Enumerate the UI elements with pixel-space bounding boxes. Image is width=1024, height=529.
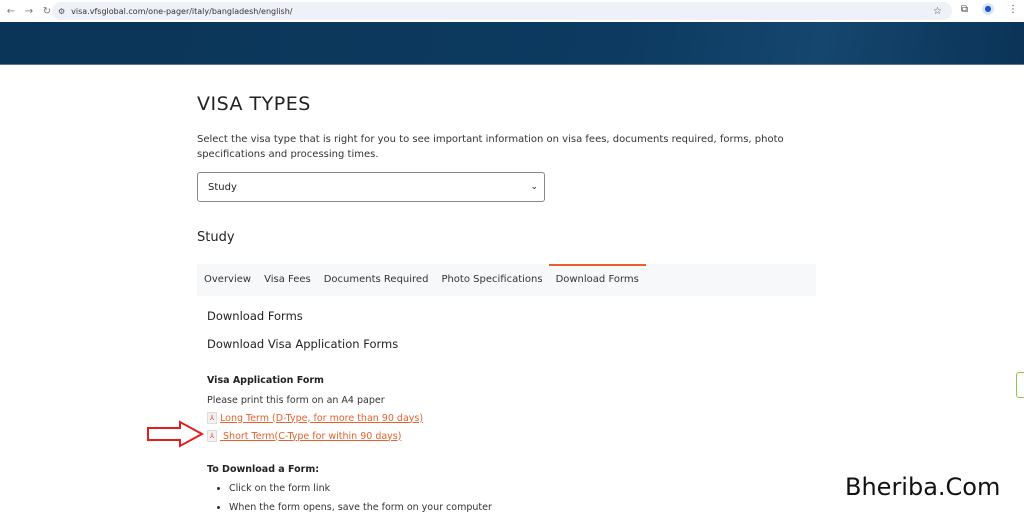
list-item: When the form opens, save the form on yo…: [229, 502, 817, 513]
pdf-icon: ⅄: [207, 430, 217, 442]
main-content: VISA TYPES Select the visa type that is …: [197, 64, 817, 513]
form-title: Visa Application Form: [207, 375, 324, 386]
browser-toolbar: ← → ↻ ⚙ visa.vfsglobal.com/one-pager/ita…: [0, 0, 1024, 22]
heading-download-forms: Download Forms: [207, 309, 303, 323]
tab-visa-fees[interactable]: Visa Fees: [264, 264, 311, 296]
heading-application-forms: Download Visa Application Forms: [207, 337, 399, 351]
visa-type-select[interactable]: Study ⌄: [197, 172, 545, 202]
list-item: Click on the form link: [229, 483, 817, 494]
site-settings-icon[interactable]: ⚙: [58, 7, 65, 16]
watermark-text: Bheriba.Com: [845, 473, 1001, 501]
form-note: Please print this form on an A4 paper: [207, 395, 385, 406]
tab-overview[interactable]: Overview: [204, 264, 251, 296]
page-title: VISA TYPES: [197, 93, 311, 115]
address-bar[interactable]: ⚙ visa.vfsglobal.com/one-pager/italy/ban…: [52, 2, 952, 20]
back-icon[interactable]: ←: [4, 6, 18, 17]
menu-icon[interactable]: ⋮: [1008, 4, 1018, 15]
short-term-form-link[interactable]: Short Term(C-Type for within 90 days): [220, 431, 401, 442]
forward-icon[interactable]: →: [22, 6, 36, 17]
profile-avatar[interactable]: ●: [982, 3, 994, 15]
select-value: Study: [208, 181, 237, 193]
section-title: Study: [197, 230, 235, 245]
long-term-form-link[interactable]: Long Term (D-Type, for more than 90 days…: [220, 413, 423, 424]
instructions-list: Click on the form link When the form ope…: [229, 483, 817, 513]
side-widget[interactable]: [1016, 372, 1024, 398]
tab-download-forms[interactable]: Download Forms: [548, 264, 647, 296]
long-term-form-link-row: ⅄ Long Term (D-Type, for more than 90 da…: [207, 412, 817, 424]
tab-photo-specifications[interactable]: Photo Specifications: [441, 264, 542, 296]
pdf-icon: ⅄: [207, 412, 217, 424]
extensions-icon[interactable]: ⧉: [961, 4, 968, 15]
download-forms-panel: Download Forms Download Visa Application…: [197, 309, 817, 513]
red-arrow-annotation: [147, 420, 205, 448]
tab-documents-required[interactable]: Documents Required: [324, 264, 429, 296]
short-term-form-link-row: ⅄ Short Term(C-Type for within 90 days): [207, 430, 817, 442]
bookmark-star-icon[interactable]: ☆: [933, 6, 942, 17]
site-header-banner: [0, 22, 1024, 65]
intro-text: Select the visa type that is right for y…: [197, 134, 784, 160]
chevron-down-icon: ⌄: [530, 182, 538, 192]
url-text: visa.vfsglobal.com/one-pager/italy/bangl…: [71, 6, 293, 16]
tab-bar: Overview Visa Fees Documents Required Ph…: [197, 264, 816, 296]
instructions-title: To Download a Form:: [207, 464, 320, 475]
